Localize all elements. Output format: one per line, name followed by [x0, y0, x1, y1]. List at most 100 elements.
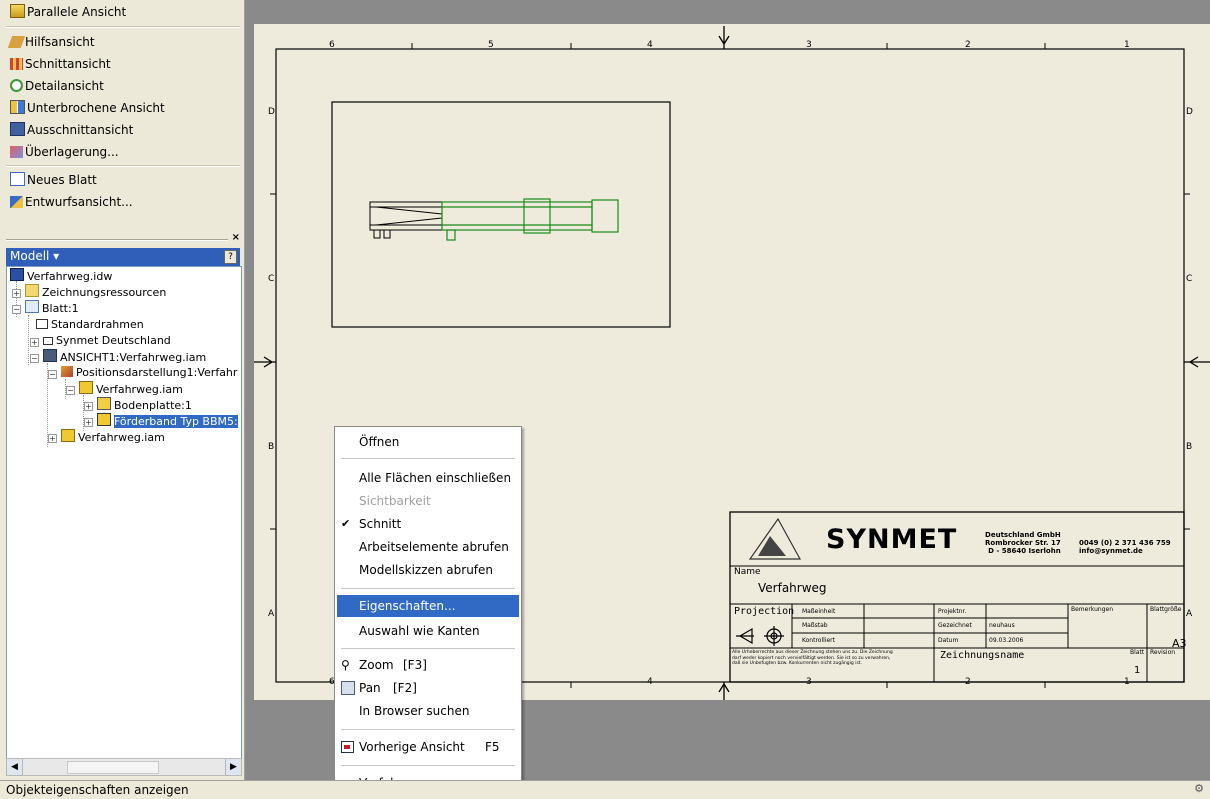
scroll-left-icon[interactable]: ◀ [7, 759, 23, 775]
synmet-logo [748, 517, 802, 560]
view-icon [43, 349, 57, 362]
status-text: Objekteigenschaften anzeigen [6, 783, 189, 797]
model-geometry-green [441, 198, 619, 241]
sheet-icon [25, 300, 39, 313]
horizontal-scrollbar[interactable]: ◀ ▶ [6, 758, 242, 776]
pan-icon [341, 681, 355, 695]
tree-item-base-plate[interactable]: Bodenplatte:1 [97, 397, 192, 413]
zoom-icon: ⚲ [341, 658, 350, 672]
assembly-icon [61, 429, 75, 442]
menu-divider [341, 729, 515, 730]
zone-label: 2 [965, 677, 971, 687]
menu-item-include-all-surfaces[interactable]: Alle Flächen einschließen [337, 467, 519, 489]
tb-cell: 09.03.2006 [989, 637, 1024, 644]
previous-view-icon [341, 741, 354, 753]
new-sheet-command[interactable]: Neues Blatt [10, 170, 97, 190]
expand-icon[interactable]: + [30, 338, 39, 347]
tree-item-assembly[interactable]: Verfahrweg.iam [79, 381, 183, 397]
broken-view-icon [10, 100, 25, 114]
zone-label: 3 [806, 40, 812, 50]
browser-title[interactable]: Modell ▾ [10, 249, 59, 263]
parallel-view-command[interactable]: Parallele Ansicht [10, 2, 126, 22]
status-tray-icon: ⚙ [1194, 782, 1204, 795]
auxiliary-view-command[interactable]: Hilfsansicht [7, 32, 95, 52]
zone-label: 1 [1124, 40, 1130, 50]
draft-view-command[interactable]: Entwurfsansicht... [10, 192, 133, 212]
close-icon[interactable]: × [232, 232, 240, 243]
model-browser-tree[interactable]: Verfahrweg.idw + Zeichnungsressourcen − … [6, 266, 242, 760]
zone-label: 4 [647, 677, 653, 687]
part-icon [97, 397, 111, 410]
menu-item-get-work-features[interactable]: Arbeitselemente abrufen [337, 536, 519, 558]
menu-item-find-in-browser[interactable]: In Browser suchen [337, 700, 519, 722]
zone-label: 4 [647, 40, 653, 50]
detail-view-command[interactable]: Detailansicht [10, 76, 104, 96]
divider [6, 165, 240, 167]
collapse-icon[interactable]: − [30, 354, 39, 363]
context-menu: Öffnen Alle Flächen einschließen Sichtba… [334, 426, 522, 798]
parallel-view-icon [10, 4, 25, 18]
breakout-view-command[interactable]: Ausschnittansicht [10, 120, 133, 140]
collapse-icon[interactable]: − [12, 305, 21, 314]
new-sheet-icon [10, 172, 25, 186]
tree-item-sheet[interactable]: Blatt:1 [25, 300, 79, 316]
tree-item-assembly-2[interactable]: Verfahrweg.iam [61, 429, 165, 445]
auxiliary-view-icon [7, 36, 26, 48]
collapse-icon[interactable]: − [48, 370, 57, 379]
positional-rep-icon [61, 366, 73, 377]
tree-item-view[interactable]: ANSICHT1:Verfahrweg.iam [43, 349, 206, 365]
menu-item-section[interactable]: ✔ Schnitt [337, 513, 519, 535]
status-bar: Objekteigenschaften anzeigen ⚙ [0, 780, 1210, 799]
expand-icon[interactable]: + [84, 418, 93, 427]
tb-cell: neuhaus [989, 622, 1015, 629]
revision-label: Revision [1150, 649, 1176, 656]
panel-grip[interactable]: × [6, 232, 240, 244]
name-label: Name [734, 567, 761, 577]
section-view-command[interactable]: Schnittansicht [10, 54, 111, 74]
projection-symbol-icon [736, 626, 784, 646]
tb-cell: Maßeinheit [802, 608, 836, 615]
menu-divider [341, 648, 515, 649]
menu-item-properties[interactable]: Eigenschaften... [337, 595, 519, 617]
zone-label: 3 [806, 677, 812, 687]
tree-item-conveyor[interactable]: Förderband Typ BBM5: [97, 413, 238, 429]
expand-icon[interactable]: + [12, 289, 21, 298]
browser-header[interactable]: Modell ▾ ? [6, 248, 240, 266]
broken-view-command[interactable]: Unterbrochene Ansicht [10, 98, 165, 118]
collapse-icon[interactable]: − [66, 386, 75, 395]
menu-item-previous-view[interactable]: Vorherige Ansicht F5 [337, 736, 519, 758]
company-name: SYNMET [826, 524, 958, 555]
company-address: Deutschland GmbH Rombrocker Str. 17 D - … [985, 531, 1061, 555]
tree-item-positional-rep[interactable]: Positionsdarstellung1:Verfahr [61, 365, 237, 381]
sheet-number: 1 [1134, 665, 1141, 676]
menu-item-pan[interactable]: Pan [F2] [337, 677, 519, 699]
menu-item-select-as-edges[interactable]: Auswahl wie Kanten [337, 620, 519, 642]
view-frame [331, 101, 671, 328]
zone-label: A [1186, 609, 1193, 619]
scroll-right-icon[interactable]: ▶ [225, 759, 241, 775]
titleblock-icon [43, 337, 53, 345]
tb-cell: Blattgröße [1150, 606, 1182, 613]
menu-item-get-model-sketches[interactable]: Modellskizzen abrufen [337, 559, 519, 581]
expand-icon[interactable]: + [48, 434, 57, 443]
grip-line [6, 239, 228, 241]
subassembly-icon [97, 413, 111, 426]
tree-line [28, 315, 29, 365]
overlay-command[interactable]: Überlagerung... [10, 142, 119, 162]
tree-item-titleblock[interactable]: Synmet Deutschland [43, 333, 171, 349]
menu-divider [341, 588, 515, 589]
tree-item-drawing[interactable]: Verfahrweg.idw [10, 268, 112, 284]
copyright-note: Alle Urheberrechte aus dieser Zeichnung … [732, 650, 893, 666]
menu-divider [341, 765, 515, 766]
menu-item-open[interactable]: Öffnen [337, 431, 519, 453]
drawing-name-label: Zeichnungsname [940, 650, 1025, 661]
tree-item-resources[interactable]: Zeichnungsressourcen [25, 284, 166, 300]
help-icon[interactable]: ? [224, 250, 237, 264]
tree-item-border[interactable]: Standardrahmen [36, 317, 144, 333]
expand-icon[interactable]: + [84, 402, 93, 411]
tb-cell: Maßstab [802, 622, 828, 629]
detail-view-icon [10, 79, 23, 92]
scroll-thumb[interactable] [67, 761, 159, 774]
tb-cell: Projektnr. [938, 608, 967, 615]
menu-item-zoom[interactable]: ⚲ Zoom [F3] [337, 654, 519, 676]
